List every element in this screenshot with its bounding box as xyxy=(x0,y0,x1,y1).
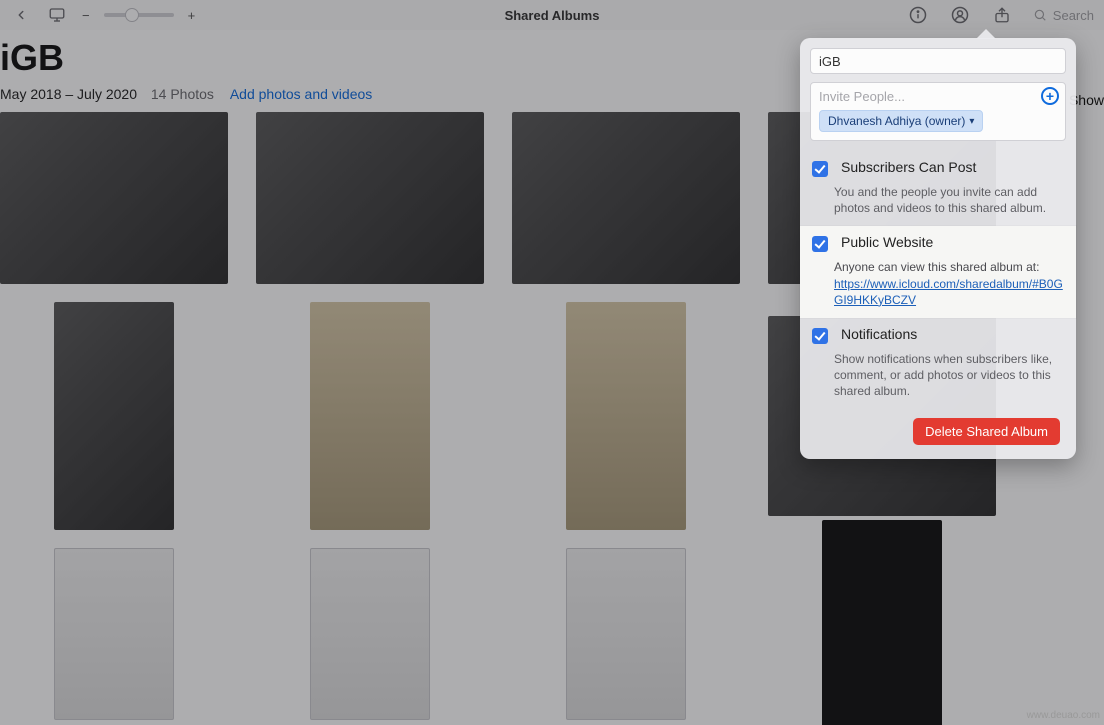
photo-thumb[interactable] xyxy=(256,302,484,530)
notifications-title: Notifications xyxy=(841,326,917,342)
share-icon[interactable] xyxy=(991,4,1013,26)
subscribers-section: Subscribers Can Post You and the people … xyxy=(800,151,1076,226)
people-icon[interactable] xyxy=(949,4,971,26)
slideshow-icon[interactable] xyxy=(46,4,68,26)
delete-shared-album-button[interactable]: Delete Shared Album xyxy=(913,418,1060,445)
toolbar-left: − + xyxy=(10,4,195,26)
owner-chip[interactable]: Dhvanesh Adhiya (owner) ▾ xyxy=(819,110,983,132)
public-website-checkbox[interactable] xyxy=(812,236,828,252)
search-placeholder: Search xyxy=(1053,8,1094,23)
zoom-plus[interactable]: + xyxy=(188,8,196,23)
photo-thumb[interactable] xyxy=(512,548,740,720)
photo-thumb[interactable] xyxy=(0,548,228,720)
search-field[interactable]: Search xyxy=(1033,8,1094,23)
photo-thumb[interactable] xyxy=(256,112,484,284)
photo-thumb[interactable] xyxy=(0,112,228,284)
info-icon[interactable] xyxy=(907,4,929,26)
subscribers-title: Subscribers Can Post xyxy=(841,159,976,175)
invite-placeholder: Invite People... xyxy=(819,89,1057,104)
public-website-link[interactable]: https://www.icloud.com/sharedalbum/#B0GG… xyxy=(834,277,1063,307)
public-website-desc-prefix: Anyone can view this shared album at: xyxy=(834,260,1039,274)
photo-thumb[interactable] xyxy=(0,302,228,530)
notifications-desc: Show notifications when subscribers like… xyxy=(808,351,1070,400)
subscribers-checkbox[interactable] xyxy=(812,161,828,177)
back-button[interactable] xyxy=(10,4,32,26)
chevron-down-icon: ▾ xyxy=(969,116,974,127)
public-website-section: Public Website Anyone can view this shar… xyxy=(800,226,1076,318)
zoom-slider[interactable] xyxy=(104,13,174,17)
album-name-input[interactable] xyxy=(810,48,1066,74)
toolbar: − + Shared Albums Search xyxy=(0,0,1104,30)
watermark: www.deuao.com xyxy=(1027,710,1100,721)
add-photos-link[interactable]: Add photos and videos xyxy=(230,86,372,102)
toolbar-title: Shared Albums xyxy=(505,8,600,23)
invite-people-box[interactable]: Invite People... + Dhvanesh Adhiya (owne… xyxy=(810,82,1066,141)
album-date-range: May 2018 – July 2020 xyxy=(0,86,137,102)
zoom-minus[interactable]: − xyxy=(82,8,90,23)
owner-chip-label: Dhvanesh Adhiya (owner) xyxy=(828,114,965,128)
notifications-section: Notifications Show notifications when su… xyxy=(800,318,1076,410)
zoom-slider-knob[interactable] xyxy=(125,8,139,22)
toolbar-right: Search xyxy=(907,4,1094,26)
photos-app-window: − + Shared Albums Search iGB May 2018 – … xyxy=(0,0,1104,725)
photo-thumb[interactable] xyxy=(768,548,996,720)
delete-row: Delete Shared Album xyxy=(810,410,1066,445)
public-website-desc: Anyone can view this shared album at: ht… xyxy=(808,259,1070,308)
add-invitee-icon[interactable]: + xyxy=(1041,87,1059,105)
photo-thumb[interactable] xyxy=(512,112,740,284)
shared-album-popover: Invite People... + Dhvanesh Adhiya (owne… xyxy=(800,38,1076,459)
album-photo-count: 14 Photos xyxy=(151,86,214,102)
photo-thumb[interactable] xyxy=(256,548,484,720)
public-website-title: Public Website xyxy=(841,234,933,250)
photo-thumb[interactable] xyxy=(512,302,740,530)
notifications-checkbox[interactable] xyxy=(812,328,828,344)
subscribers-desc: You and the people you invite can add ph… xyxy=(808,184,1070,216)
